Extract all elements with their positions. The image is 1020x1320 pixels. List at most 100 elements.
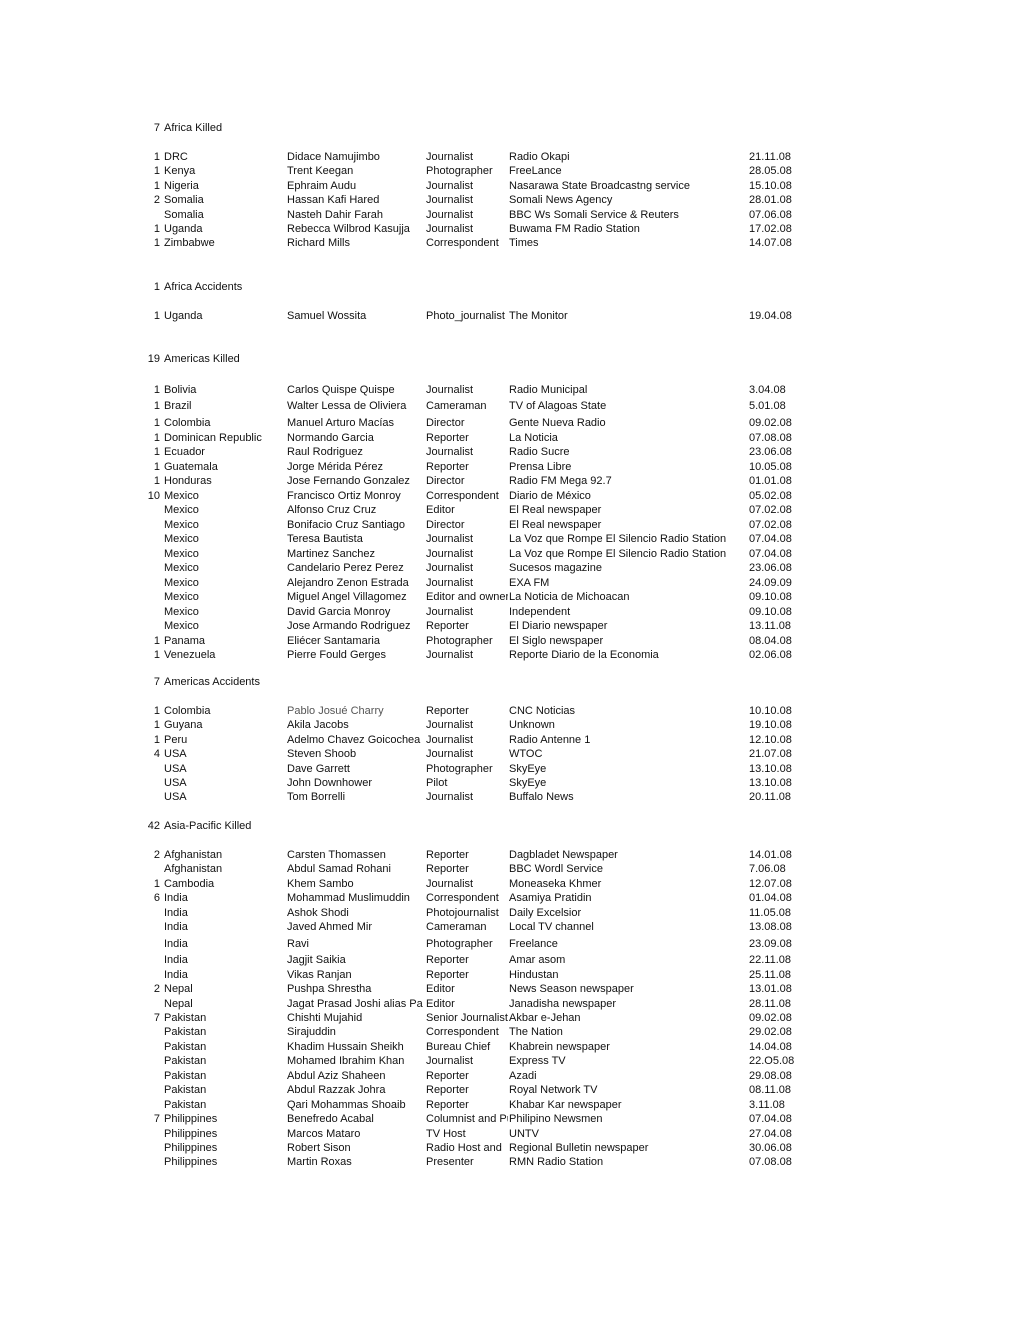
date-cell: 09.10.08	[749, 591, 792, 603]
date-cell: 21.11.08	[749, 151, 792, 163]
name-cell: Adelmo Chavez Goicochea	[287, 733, 421, 746]
name-cell: David Garcia Monroy	[287, 605, 391, 618]
name-cell: Ashok Shodi	[287, 906, 349, 919]
name-cell: Jose Fernando Gonzalez	[287, 475, 410, 487]
outlet-cell: Philipino Newsmen	[509, 1113, 603, 1126]
role-cell: Reporter	[426, 460, 469, 473]
date-cell: 07.04.08	[749, 1113, 792, 1126]
role-cell: Journalist	[426, 719, 474, 732]
date-cell: 11.05.08	[749, 906, 792, 919]
country-cell: Pakistan	[164, 1055, 207, 1068]
role-cell: Reporter	[426, 849, 469, 861]
date-cell: 7.06.08	[749, 863, 786, 876]
date-cell: 5.01.08	[749, 399, 786, 412]
role-cell: Correspondent	[426, 237, 499, 250]
count-cell: 2	[153, 983, 160, 996]
outlet-cell: News Season newspaper	[509, 983, 634, 996]
name-cell: Samuel Wossita	[287, 310, 367, 322]
role-cell: Journalist	[426, 562, 474, 574]
date-cell: 23.09.08	[749, 937, 792, 950]
country-cell: Afghanistan	[164, 849, 223, 861]
date-cell: 14.07.08	[749, 237, 792, 250]
section-title: Americas Killed	[164, 353, 240, 365]
country-cell: India	[164, 892, 188, 905]
date-cell: 10.05.08	[749, 460, 792, 473]
role-cell: Reporter	[426, 1098, 469, 1111]
count-cell: 2	[153, 194, 160, 207]
date-cell: 13.10.08	[749, 777, 792, 789]
name-cell: Teresa Bautista	[287, 533, 363, 545]
role-cell: Journalist	[426, 547, 474, 560]
date-cell: 01.04.08	[749, 892, 792, 905]
date-cell: 30.06.08	[749, 1142, 792, 1154]
section-count: 7	[153, 122, 160, 134]
name-cell: Tom Borrelli	[287, 791, 346, 804]
date-cell: 13.10.08	[749, 762, 792, 775]
role-cell: Journalist	[426, 533, 474, 545]
outlet-cell: Moneaseka Khmer	[509, 877, 602, 890]
country-cell: DRC	[164, 151, 188, 163]
section-count: 42	[147, 820, 160, 832]
role-cell: Columnist and Publisher	[426, 1113, 508, 1126]
role-cell: Journalist	[426, 791, 474, 804]
country-cell: Mexico	[164, 504, 199, 516]
country-cell: Colombia	[164, 705, 211, 717]
name-cell: Vikas Ranjan	[287, 968, 352, 981]
outlet-cell: The Monitor	[509, 310, 568, 322]
country-cell: Pakistan	[164, 1011, 207, 1024]
date-cell: 28.05.08	[749, 165, 792, 178]
outlet-cell: Reporte Diario de la Economia	[509, 649, 659, 661]
role-cell: Editor and owner	[426, 591, 508, 603]
country-cell: USA	[164, 762, 187, 775]
country-cell: Philippines	[164, 1113, 218, 1126]
country-cell: Zimbabwe	[164, 237, 215, 250]
outlet-cell: Radio Antenne 1	[509, 733, 591, 746]
date-cell: 07.08.08	[749, 1156, 792, 1169]
role-cell: Journalist	[426, 605, 474, 618]
country-cell: Pakistan	[164, 1026, 207, 1039]
date-cell: 07.04.08	[749, 547, 792, 560]
date-cell: 14.04.08	[749, 1040, 792, 1053]
role-cell: Reporter	[426, 705, 469, 717]
date-cell: 19.10.08	[749, 719, 792, 732]
name-cell: Walter Lessa de Oliviera	[287, 399, 407, 412]
role-cell: Reporter	[426, 954, 469, 967]
date-cell: 25.11.08	[749, 968, 792, 981]
date-cell: 3.11.08	[749, 1098, 785, 1111]
outlet-cell: Asamiya Pratidin	[509, 892, 592, 905]
count-cell: 1	[153, 179, 160, 192]
country-cell: Honduras	[164, 475, 212, 487]
section-count: 7	[153, 676, 160, 688]
name-cell: Normando Garcia	[287, 431, 374, 444]
role-cell: Reporter	[426, 968, 469, 981]
name-cell: Sirajuddin	[287, 1026, 336, 1039]
country-cell: India	[164, 906, 188, 919]
role-cell: Director	[426, 475, 465, 487]
outlet-cell: La Voz que Rompe El Silencio Radio Stati…	[509, 533, 727, 545]
outlet-cell: Times	[509, 237, 539, 250]
name-cell: Raul Rodriguez	[287, 446, 363, 458]
outlet-cell: Local TV channel	[509, 921, 594, 934]
name-cell: Benefredo Acabal	[287, 1113, 374, 1126]
country-cell: Peru	[164, 733, 188, 746]
outlet-cell: Express TV	[509, 1055, 566, 1068]
role-cell: Cameraman	[426, 921, 487, 934]
country-cell: Venezuela	[164, 649, 216, 661]
country-cell: Pakistan	[164, 1098, 207, 1111]
count-cell: 1	[153, 460, 160, 473]
country-cell: Mexico	[164, 605, 199, 618]
country-cell: Pakistan	[164, 1069, 207, 1082]
name-cell: Francisco Ortiz Monroy	[287, 489, 401, 502]
outlet-cell: Dagbladet Newspaper	[509, 849, 618, 861]
section-title: Asia-Pacific Killed	[164, 820, 252, 832]
role-cell: Editor	[426, 983, 455, 996]
country-cell: Mexico	[164, 533, 199, 545]
role-cell: Photojournalist	[426, 906, 499, 919]
name-cell: Mohammad Muslimuddin	[287, 892, 410, 905]
name-cell: Dave Garrett	[287, 762, 350, 775]
country-cell: Mexico	[164, 576, 199, 589]
date-cell: 08.11.08	[749, 1084, 792, 1097]
outlet-cell: La Noticia	[509, 431, 558, 444]
outlet-cell: Sucesos magazine	[509, 562, 602, 574]
count-cell: 1	[153, 165, 160, 178]
